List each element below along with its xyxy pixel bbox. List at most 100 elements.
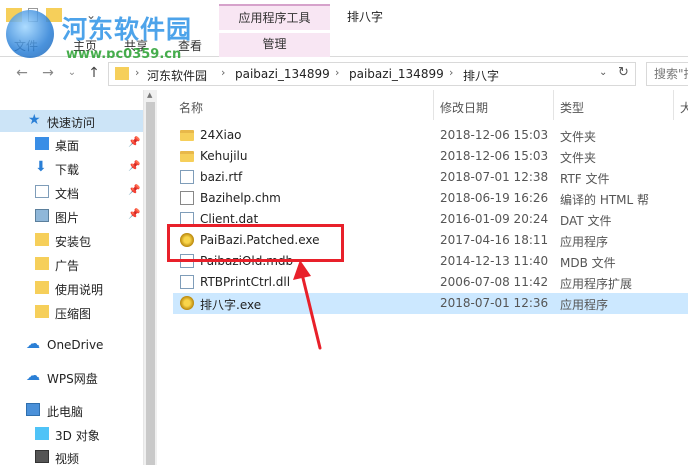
- tab-manage[interactable]: 管理: [219, 33, 330, 57]
- file-name: RTBPrintCtrl.dll: [200, 275, 291, 289]
- folder-icon: [35, 233, 49, 246]
- pin-icon[interactable]: 📌: [128, 137, 140, 148]
- video-icon: [35, 450, 49, 463]
- pin-icon[interactable]: 📌: [128, 185, 140, 196]
- file-row-selected[interactable]: 排八字.exe 2018-07-01 12:36 应用程序: [173, 293, 688, 314]
- address-dropdown-icon[interactable]: ⌄: [599, 67, 607, 78]
- file-date: 2006-07-08 11:42: [440, 275, 549, 289]
- folder-icon: [35, 281, 49, 294]
- search-input[interactable]: 搜索"排: [646, 62, 688, 86]
- breadcrumb-item[interactable]: 河东软件园: [147, 67, 207, 84]
- sidebar-item-label: 文档: [55, 187, 80, 201]
- highlight-box: [167, 224, 344, 262]
- sidebar-item-label: 压缩图: [55, 307, 92, 321]
- file-type: 文件夹: [560, 151, 597, 165]
- pin-icon[interactable]: 📌: [128, 161, 140, 172]
- file-row[interactable]: 24Xiao 2018-12-06 15:03 文件夹: [173, 125, 688, 146]
- file-date: 2018-07-01 12:36: [440, 296, 549, 310]
- sidebar-item-label: 桌面: [55, 139, 80, 153]
- rtf-file-icon: [180, 170, 194, 184]
- star-icon: ★: [28, 112, 41, 128]
- file-date: 2018-07-01 12:38: [440, 170, 549, 184]
- column-header-name[interactable]: 名称: [179, 99, 203, 116]
- breadcrumb-item[interactable]: 排八字: [463, 67, 499, 84]
- file-type: 文件夹: [560, 130, 597, 144]
- column-divider[interactable]: [673, 90, 674, 120]
- sidebar-item-pictures[interactable]: 图片 📌: [0, 205, 143, 227]
- breadcrumb-item[interactable]: paibazi_134899: [349, 67, 444, 81]
- sidebar-item-compressed-images[interactable]: 压缩图: [0, 301, 143, 323]
- sidebar-scrollbar[interactable]: ▲: [143, 90, 157, 465]
- pin-icon[interactable]: 📌: [128, 209, 140, 220]
- file-row[interactable]: Bazihelp.chm 2018-06-19 16:26 编译的 HTML 帮: [173, 188, 688, 209]
- sidebar-item-documents[interactable]: 文档 📌: [0, 181, 143, 203]
- file-name: Kehujilu: [200, 149, 248, 163]
- file-type: 应用程序扩展: [560, 277, 633, 291]
- breadcrumb-separator-icon: ›: [449, 66, 454, 79]
- folder-icon: [180, 151, 194, 162]
- file-type: 应用程序: [560, 298, 609, 312]
- exe-icon: [180, 296, 194, 310]
- sidebar-item-videos[interactable]: 视频: [0, 446, 143, 465]
- file-name: 24Xiao: [200, 128, 242, 142]
- back-arrow-icon[interactable]: ←: [14, 65, 30, 81]
- file-date: 2018-06-19 16:26: [440, 191, 549, 205]
- download-icon: ⬇: [35, 159, 47, 175]
- sidebar-item-quick-access[interactable]: ★ 快速访问: [0, 110, 143, 132]
- file-date: 2018-12-06 15:03: [440, 128, 549, 142]
- window-title: 排八字: [347, 10, 384, 24]
- folder-icon: [35, 305, 49, 318]
- cube-icon: [35, 427, 49, 440]
- sidebar-item-instructions[interactable]: 使用说明: [0, 277, 143, 299]
- cloud-icon: ☁: [26, 368, 40, 384]
- file-date: 2014-12-13 11:40: [440, 254, 549, 268]
- folder-icon: [180, 130, 194, 141]
- file-type: MDB 文件: [560, 256, 616, 270]
- file-name: bazi.rtf: [200, 170, 243, 184]
- sidebar-item-label: 使用说明: [55, 283, 104, 297]
- column-header-size[interactable]: 大: [680, 99, 688, 116]
- file-row[interactable]: bazi.rtf 2018-07-01 12:38 RTF 文件: [173, 167, 688, 188]
- folder-icon: [35, 257, 49, 270]
- up-arrow-icon[interactable]: ↑: [86, 65, 102, 81]
- breadcrumb-separator-icon: ›: [135, 66, 140, 79]
- file-row[interactable]: Kehujilu 2018-12-06 15:03 文件夹: [173, 146, 688, 167]
- column-divider[interactable]: [433, 90, 434, 120]
- desktop-icon: [35, 137, 49, 150]
- sidebar-item-ads[interactable]: 广告: [0, 253, 143, 275]
- breadcrumb-separator-icon: ›: [221, 66, 226, 79]
- column-header-date[interactable]: 修改日期: [440, 99, 488, 116]
- sidebar-item-3d-objects[interactable]: 3D 对象: [0, 423, 143, 445]
- picture-icon: [35, 209, 49, 222]
- sidebar-item-this-pc[interactable]: 此电脑: [0, 399, 143, 421]
- file-type: RTF 文件: [560, 172, 610, 186]
- file-type: 应用程序: [560, 235, 609, 249]
- sidebar-item-install-packages[interactable]: 安装包: [0, 229, 143, 251]
- recent-locations-icon[interactable]: ⌄: [64, 65, 80, 81]
- watermark-logo-icon: [6, 10, 54, 58]
- address-bar[interactable]: › 河东软件园 › paibazi_134899 › paibazi_13489…: [108, 62, 636, 86]
- sidebar-item-label: 广告: [55, 259, 80, 273]
- navigation-bar: ← → ⌄ ↑ › 河东软件园 › paibazi_134899 › paiba…: [0, 58, 688, 90]
- sidebar-item-label: 视频: [55, 452, 80, 465]
- column-header-type[interactable]: 类型: [560, 99, 584, 116]
- breadcrumb-item[interactable]: paibazi_134899: [235, 67, 330, 81]
- file-row[interactable]: RTBPrintCtrl.dll 2006-07-08 11:42 应用程序扩展: [173, 272, 688, 293]
- sidebar-item-wps-cloud[interactable]: ☁ WPS网盘: [0, 366, 143, 388]
- sidebar-item-onedrive[interactable]: ☁ OneDrive: [0, 334, 143, 356]
- file-name: Bazihelp.chm: [200, 191, 281, 205]
- breadcrumb-separator-icon: ›: [335, 66, 340, 79]
- column-divider[interactable]: [553, 90, 554, 120]
- watermark-title: 河东软件园: [62, 15, 193, 44]
- navigation-pane: ★ 快速访问 桌面 📌 ⬇ 下载 📌 文档 📌 图片 📌 安装包 广告 使用说明…: [0, 90, 143, 465]
- scroll-up-icon[interactable]: ▲: [147, 91, 152, 99]
- tab-app-tools[interactable]: 应用程序工具: [219, 4, 330, 30]
- sidebar-item-label: 图片: [55, 211, 80, 225]
- refresh-icon[interactable]: ↻: [618, 65, 629, 80]
- sidebar-item-downloads[interactable]: ⬇ 下载 📌: [0, 157, 143, 179]
- sidebar-item-label: 快速访问: [47, 116, 96, 130]
- forward-arrow-icon[interactable]: →: [40, 65, 56, 81]
- scrollbar-thumb[interactable]: [146, 102, 155, 465]
- cloud-icon: ☁: [26, 336, 40, 352]
- sidebar-item-desktop[interactable]: 桌面 📌: [0, 133, 143, 155]
